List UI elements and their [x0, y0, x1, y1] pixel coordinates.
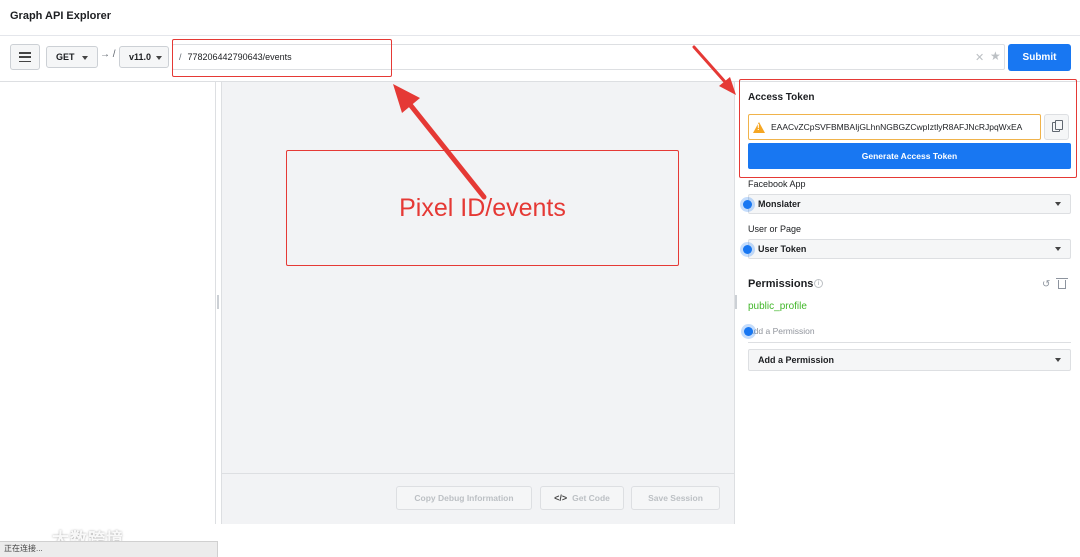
user-or-page-select[interactable]: User Token	[748, 239, 1071, 259]
caret-down-icon	[1055, 202, 1061, 206]
page-title: Graph API Explorer	[10, 10, 112, 22]
caret-down-icon	[156, 56, 162, 60]
caret-down-icon	[1055, 247, 1061, 251]
facebook-app-label: Facebook App	[748, 179, 806, 189]
submit-button[interactable]: Submit	[1008, 44, 1071, 71]
user-or-page-value: User Token	[758, 244, 807, 254]
left-resize-handle[interactable]	[217, 295, 219, 309]
star-icon[interactable]: ★	[990, 49, 1001, 63]
token-annotation-box	[739, 79, 1077, 178]
request-bar: GET → / v11.0 / 778206442790643/events ✕…	[0, 36, 1080, 82]
hint-dot	[744, 327, 753, 336]
add-permission-input[interactable]: Add a Permission	[748, 326, 1071, 343]
save-session-button[interactable]: Save Session	[631, 486, 720, 510]
graph-api-explorer: Graph API Explorer GET → / v11.0 / 77820…	[0, 0, 1080, 557]
response-footer: Copy Debug Information </> Get Code Save…	[222, 473, 734, 524]
menu-button[interactable]	[10, 44, 40, 70]
version-value: v11.0	[129, 52, 152, 62]
add-permission-select[interactable]: Add a Permission	[748, 349, 1071, 371]
hint-dot	[743, 245, 752, 254]
caret-down-icon	[1055, 358, 1061, 362]
method-select[interactable]: GET	[46, 46, 98, 68]
undo-icon[interactable]: ↺	[1042, 279, 1050, 290]
permission-item[interactable]: public_profile	[748, 301, 807, 312]
response-panel: Copy Debug Information </> Get Code Save…	[221, 82, 735, 524]
caret-down-icon	[82, 56, 88, 60]
top-bar: Graph API Explorer	[0, 0, 1080, 36]
get-code-button[interactable]: </> Get Code	[540, 486, 624, 510]
facebook-app-value: Monslater	[758, 199, 801, 209]
method-value: GET	[56, 52, 75, 62]
annotation-label: Pixel ID/events	[286, 150, 679, 266]
get-code-label: Get Code	[572, 493, 610, 503]
user-or-page-label: User or Page	[748, 224, 802, 234]
path-annotation-box	[172, 39, 392, 77]
code-icon: </>	[554, 493, 568, 503]
add-permission-select-value: Add a Permission	[758, 355, 835, 365]
info-icon[interactable]: i	[814, 279, 823, 288]
left-panel	[0, 82, 216, 524]
menu-icon	[19, 52, 31, 62]
clear-icon[interactable]: ✕	[975, 51, 984, 64]
copy-debug-button[interactable]: Copy Debug Information	[396, 486, 532, 510]
hint-dot	[743, 200, 752, 209]
facebook-app-select[interactable]: Monslater	[748, 194, 1071, 214]
permissions-heading: Permissions	[748, 278, 814, 290]
path-separator: → /	[100, 49, 116, 60]
version-select[interactable]: v11.0	[119, 46, 169, 68]
status-bar: 正在连接...	[0, 541, 218, 557]
trash-icon[interactable]	[1056, 278, 1068, 289]
